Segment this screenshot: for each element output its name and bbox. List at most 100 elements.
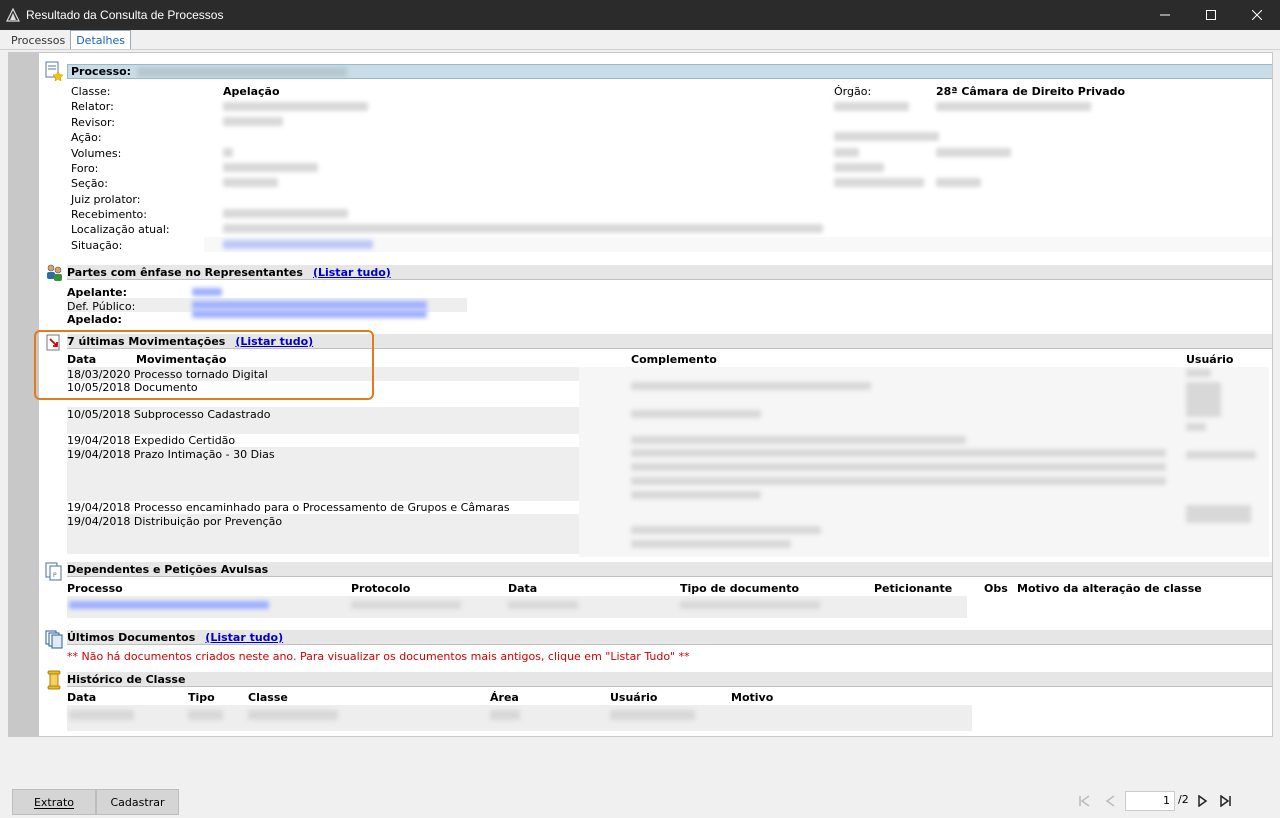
maximize-button[interactable] xyxy=(1188,0,1234,30)
label-secao: Seção: xyxy=(71,177,108,190)
processo-header-label: Processo: xyxy=(71,65,132,78)
hist-col-data: Data xyxy=(67,691,97,704)
documentos-listar-tudo-link[interactable]: (Listar tudo) xyxy=(205,631,283,644)
partes-header-label: Partes com ênfase no Representantes xyxy=(67,265,303,279)
label-volumes: Volumes: xyxy=(71,147,122,160)
documentos-header: Últimos Documentos (Listar tudo) xyxy=(67,630,1272,645)
next-page-icon[interactable] xyxy=(1196,795,1208,807)
complemento-redacted-5 xyxy=(631,463,1166,471)
close-button[interactable] xyxy=(1234,0,1280,30)
label-localizacao: Localização atual: xyxy=(71,223,170,236)
situacao-row-bg xyxy=(204,237,1272,252)
apelado-value-redacted xyxy=(192,310,427,318)
orgao-extra-3-redacted xyxy=(834,132,939,141)
dep-col-motivo: Motivo da alteração de classe xyxy=(1017,582,1202,595)
label-foro: Foro: xyxy=(71,162,99,175)
orgao-extra-2-redacted xyxy=(936,102,1091,111)
hist-data-redacted xyxy=(69,710,134,720)
dep-col-data: Data xyxy=(508,582,538,595)
stacked-documents-icon xyxy=(45,630,63,649)
hist-col-classe: Classe xyxy=(248,691,288,704)
def-publico-value-redacted xyxy=(192,301,427,309)
people-icon xyxy=(47,264,62,281)
dep-col-obs: Obs xyxy=(984,582,1008,595)
value-classe: Apelação xyxy=(223,85,280,98)
label-revisor: Revisor: xyxy=(71,116,115,129)
cadastrar-button[interactable]: Cadastrar xyxy=(96,789,179,815)
orgao-extra-8-redacted xyxy=(936,178,981,187)
label-orgao: Órgão: xyxy=(834,85,872,98)
orgao-extra-6-redacted xyxy=(834,163,884,172)
hist-area-redacted xyxy=(490,710,520,720)
hist-col-motivo: Motivo xyxy=(731,691,774,704)
complemento-redacted-9 xyxy=(631,540,791,548)
dep-tipo-redacted xyxy=(680,601,820,609)
previous-page-icon[interactable] xyxy=(1104,795,1116,807)
value-revisor-redacted xyxy=(223,117,283,126)
scroll-icon xyxy=(47,670,61,690)
usuario-redacted-2 xyxy=(1186,382,1221,417)
dep-col-protocolo: Protocolo xyxy=(351,582,411,595)
tab-strip: Processos Detalhes xyxy=(0,30,1280,50)
mov-row-3: 10/05/2018 Subprocesso Cadastrado xyxy=(67,408,271,421)
svg-text:P: P xyxy=(53,572,57,579)
app-icon xyxy=(6,8,20,22)
historico-header-label: Histórico de Classe xyxy=(67,672,186,686)
mov-row-6: 19/04/2018 Processo encaminhado para o P… xyxy=(67,501,510,514)
label-apelante: Apelante: xyxy=(67,286,127,299)
usuario-redacted-5 xyxy=(1186,505,1251,523)
col-usuario: Usuário xyxy=(1186,353,1234,366)
dep-processo-redacted xyxy=(69,601,269,609)
historico-header: Histórico de Classe xyxy=(67,672,1272,687)
label-juiz-prolator: Juiz prolator: xyxy=(71,193,141,206)
page-total: /2 xyxy=(1178,793,1189,806)
processo-header: Processo: xyxy=(67,64,1272,79)
hist-tipo-redacted xyxy=(188,710,223,720)
usuario-redacted-4 xyxy=(1186,451,1256,459)
dep-protocolo-redacted xyxy=(351,601,461,609)
orgao-extra-5-redacted xyxy=(936,148,1011,157)
dependentes-header: Dependentes e Petições Avulsas xyxy=(67,562,1272,577)
complemento-redacted-6 xyxy=(631,477,1166,485)
complemento-redacted-2 xyxy=(631,410,761,418)
close-icon xyxy=(1252,10,1262,20)
hist-col-area: Área xyxy=(490,691,519,704)
complemento-redacted-3 xyxy=(631,436,966,444)
cadastrar-button-label: Cadastrar xyxy=(110,795,165,809)
last-page-icon[interactable] xyxy=(1220,795,1232,807)
dep-col-peticionante: Peticionante xyxy=(874,582,953,595)
complemento-redacted-7 xyxy=(631,491,761,499)
orgao-extra-1-redacted xyxy=(834,102,909,111)
documentos-empty-message: ** Não há documentos criados neste ano. … xyxy=(67,650,690,663)
dep-col-tipo-documento: Tipo de documento xyxy=(680,582,800,595)
complemento-redacted-1 xyxy=(631,382,871,390)
details-panel: Processo: Classe: Relator: Revisor: Ação… xyxy=(8,52,1273,737)
footer-bar: Extrato Cadastrar 1 /2 xyxy=(0,737,1280,818)
complemento-redacted-8 xyxy=(631,526,821,534)
extrato-button-label: Extrato xyxy=(33,795,75,809)
label-classe: Classe: xyxy=(71,85,111,98)
hist-classe-redacted xyxy=(248,710,338,720)
movimentacoes-highlight-box xyxy=(34,330,374,400)
page-number-input[interactable]: 1 xyxy=(1125,791,1175,811)
first-page-icon[interactable] xyxy=(1078,795,1090,807)
label-recebimento: Recebimento: xyxy=(71,208,147,221)
hist-col-tipo: Tipo xyxy=(188,691,215,704)
dependentes-header-label: Dependentes e Petições Avulsas xyxy=(67,562,269,576)
mov-row-7: 19/04/2018 Distribuição por Prevenção xyxy=(67,515,283,528)
value-relator-redacted xyxy=(223,102,368,111)
partes-listar-tudo-link[interactable]: (Listar tudo) xyxy=(313,266,391,279)
label-def-publico: Def. Público: xyxy=(67,300,136,313)
mov-row-4: 19/04/2018 Expedido Certidão xyxy=(67,434,236,447)
tab-processos[interactable]: Processos xyxy=(6,31,70,49)
orgao-extra-7-redacted xyxy=(834,178,924,187)
usuario-redacted-3 xyxy=(1186,423,1206,431)
extrato-button[interactable]: Extrato xyxy=(12,789,96,815)
value-secao-redacted xyxy=(223,178,278,187)
tab-detalhes[interactable]: Detalhes xyxy=(70,30,132,49)
usuario-redacted-1 xyxy=(1186,369,1211,377)
mov-row-5: 19/04/2018 Prazo Intimação - 30 Dias xyxy=(67,448,275,461)
value-foro-redacted xyxy=(223,163,318,172)
processo-number-redacted xyxy=(137,66,348,77)
minimize-button[interactable] xyxy=(1142,0,1188,30)
